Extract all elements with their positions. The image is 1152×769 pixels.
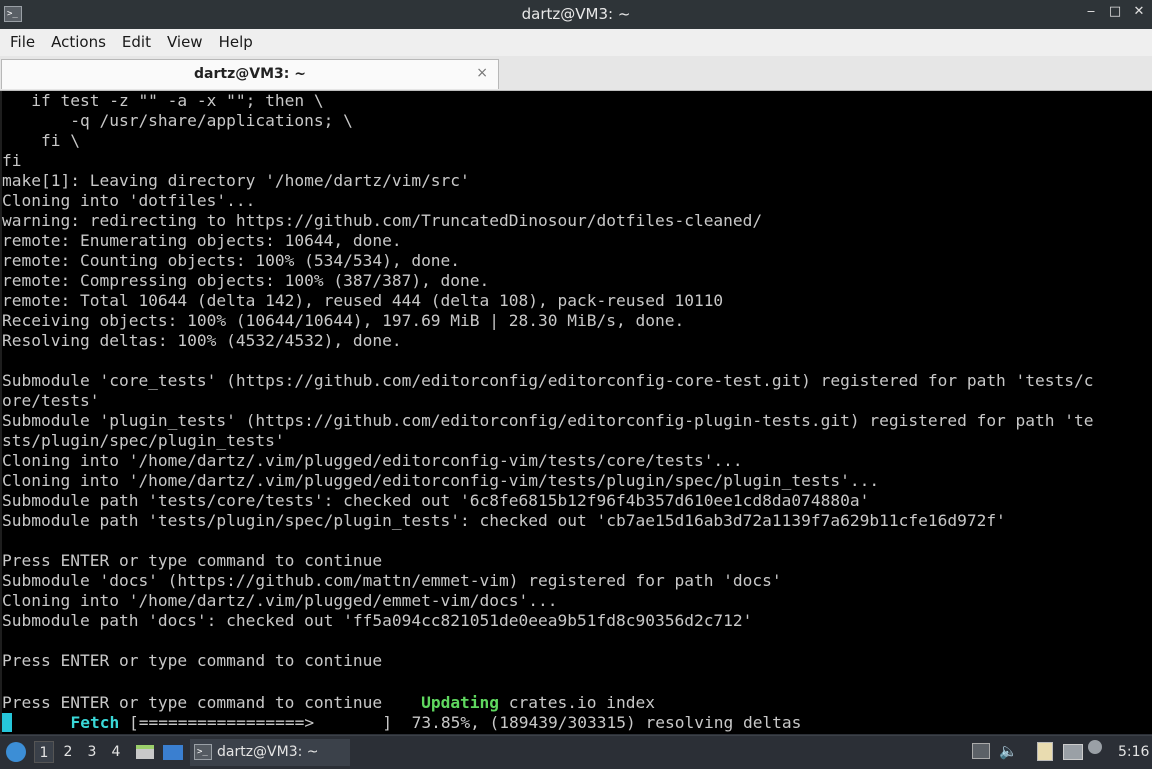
terminal-status-area: Press ENTER or type command to continue … xyxy=(2,693,801,733)
terminal-line: Cloning into '/home/dartz/.vim/plugged/e… xyxy=(2,591,558,610)
show-desktop-icon[interactable] xyxy=(163,745,183,760)
tab-label: dartz@VM3: ~ xyxy=(194,66,306,82)
menu-edit[interactable]: Edit xyxy=(114,29,159,56)
fetch-indent xyxy=(12,713,70,732)
taskbar-terminal-label: dartz@VM3: ~ xyxy=(217,744,319,760)
terminal-line: warning: redirecting to https://github.c… xyxy=(2,211,763,230)
monitor-icon[interactable] xyxy=(972,743,990,759)
taskbar: 1 2 3 4 >_ dartz@VM3: ~ 🔈 5:16 xyxy=(0,735,1152,769)
menu-bar: File Actions Edit View Help xyxy=(0,29,1152,57)
network-icon[interactable] xyxy=(1063,744,1083,760)
notification-icon[interactable] xyxy=(1088,740,1102,754)
workspace-4[interactable]: 4 xyxy=(106,741,126,763)
workspace-3[interactable]: 3 xyxy=(82,741,102,763)
terminal-line: Cloning into '/home/dartz/.vim/plugged/e… xyxy=(2,471,880,490)
terminal-line: Cloning into '/home/dartz/.vim/plugged/e… xyxy=(2,451,743,470)
menu-actions[interactable]: Actions xyxy=(43,29,114,56)
clipboard-icon[interactable] xyxy=(1037,742,1053,761)
updating-label: Updating xyxy=(421,693,500,712)
terminal-line: remote: Compressing objects: 100% (387/3… xyxy=(2,271,490,290)
terminal-task-icon: >_ xyxy=(194,744,212,760)
terminal-line: fi \ xyxy=(2,131,80,150)
workspace-1[interactable]: 1 xyxy=(34,741,54,763)
window-title: dartz@VM3: ~ xyxy=(521,5,631,23)
tab-close-icon[interactable]: × xyxy=(476,65,488,81)
tab-terminal[interactable]: dartz@VM3: ~ × xyxy=(1,59,499,89)
minimize-button[interactable]: ‒ xyxy=(1084,5,1098,19)
clock[interactable]: 5:16 xyxy=(1118,744,1149,760)
menu-help[interactable]: Help xyxy=(211,29,261,56)
terminal-line: Submodule 'plugin_tests' (https://github… xyxy=(2,411,1094,430)
window-controls: ‒ □ ✕ xyxy=(1084,5,1146,19)
window-titlebar[interactable]: >_ dartz@VM3: ~ ‒ □ ✕ xyxy=(0,0,1152,29)
terminal-line: Submodule 'docs' (https://github.com/mat… xyxy=(2,571,782,590)
terminal-line: if test -z "" -a -x ""; then \ xyxy=(2,91,324,110)
workspace-2[interactable]: 2 xyxy=(58,741,78,763)
fetch-label: Fetch xyxy=(70,713,120,732)
terminal-lines: if test -z "" -a -x ""; then \ -q /usr/s… xyxy=(2,91,1152,691)
fetch-progress-line: Fetch [=================> ] 73.85%, (189… xyxy=(2,713,801,733)
maximize-button[interactable]: □ xyxy=(1108,5,1122,19)
terminal-line: make[1]: Leaving directory '/home/dartz/… xyxy=(2,171,470,190)
terminal-line: Resolving deltas: 100% (4532/4532), done… xyxy=(2,331,402,350)
terminal-line: ore/tests' xyxy=(2,391,100,410)
menu-file[interactable]: File xyxy=(2,29,43,56)
terminal-line: Submodule path 'tests/plugin/spec/plugin… xyxy=(2,511,1006,530)
start-menu-icon[interactable] xyxy=(6,742,26,762)
terminal-line: sts/plugin/spec/plugin_tests' xyxy=(2,431,285,450)
terminal-cursor xyxy=(2,713,12,732)
terminal-line: remote: Total 10644 (delta 142), reused … xyxy=(2,291,724,310)
terminal-line: Press ENTER or type command to continue xyxy=(2,651,383,670)
crates-index-text: crates.io index xyxy=(499,693,655,712)
volume-icon[interactable]: 🔈 xyxy=(999,742,1018,760)
terminal-line: remote: Counting objects: 100% (534/534)… xyxy=(2,251,461,270)
menu-view[interactable]: View xyxy=(159,29,211,56)
terminal-line: Receiving objects: 100% (10644/10644), 1… xyxy=(2,311,685,330)
terminal-line: -q /usr/share/applications; \ xyxy=(2,111,353,130)
terminal-line: fi xyxy=(2,151,22,170)
close-button[interactable]: ✕ xyxy=(1132,5,1146,19)
terminal-line: Cloning into 'dotfiles'... xyxy=(2,191,256,210)
taskbar-terminal-button[interactable]: >_ dartz@VM3: ~ xyxy=(190,739,350,766)
press-enter-line: Press ENTER or type command to continue … xyxy=(2,693,801,713)
terminal-line: Submodule path 'tests/core/tests': check… xyxy=(2,491,870,510)
file-manager-icon[interactable] xyxy=(136,745,154,759)
terminal-line: Submodule 'core_tests' (https://github.c… xyxy=(2,371,1094,390)
terminal-line: Submodule path 'docs': checked out 'ff5a… xyxy=(2,611,753,630)
terminal-output[interactable]: if test -z "" -a -x ""; then \ -q /usr/s… xyxy=(0,91,1152,734)
press-enter-text: Press ENTER or type command to continue xyxy=(2,693,422,712)
fetch-progress-text: [=================> ] 73.85%, (189439/30… xyxy=(119,713,802,732)
terminal-line: Press ENTER or type command to continue xyxy=(2,551,383,570)
terminal-line: remote: Enumerating objects: 10644, done… xyxy=(2,231,402,250)
tab-bar: dartz@VM3: ~ × xyxy=(0,56,1152,91)
